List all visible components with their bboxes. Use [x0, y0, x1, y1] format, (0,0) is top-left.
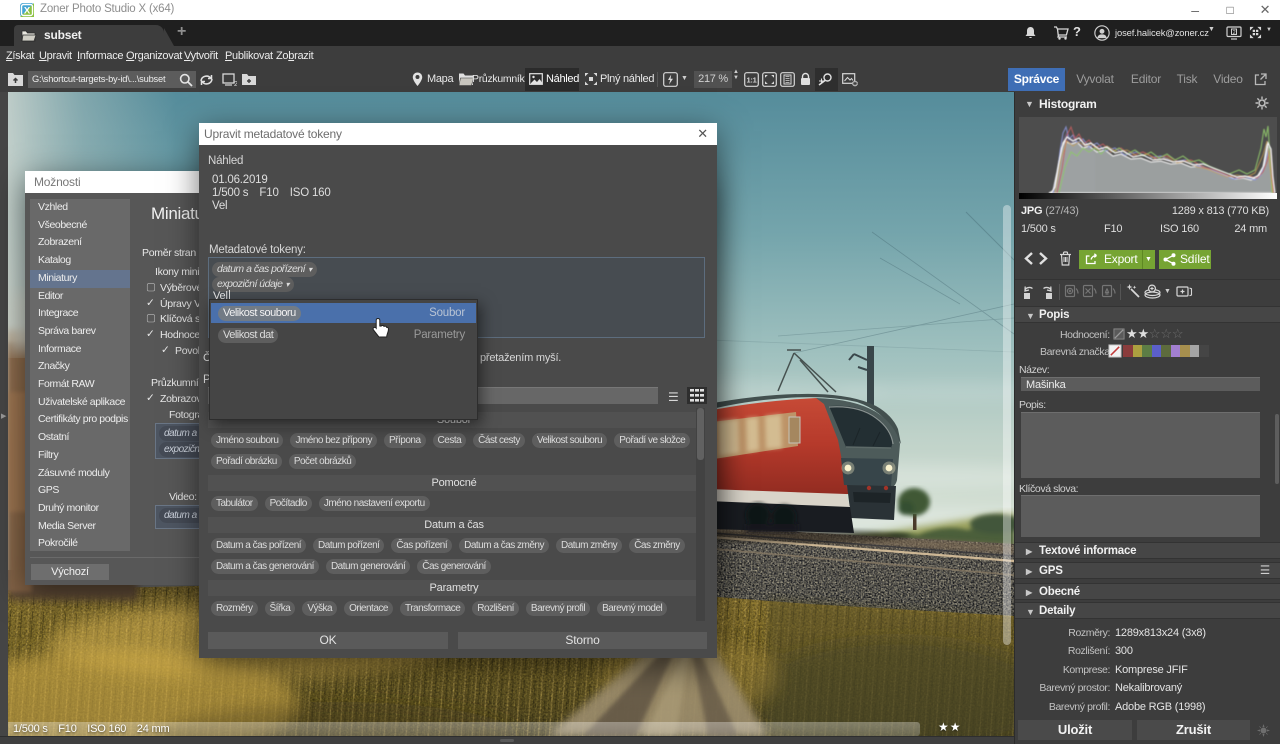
svg-text:X: X	[24, 6, 31, 17]
svg-text:2: 2	[234, 81, 237, 87]
svg-text:2: 2	[1233, 30, 1236, 36]
svg-text:1:1: 1:1	[747, 76, 757, 85]
